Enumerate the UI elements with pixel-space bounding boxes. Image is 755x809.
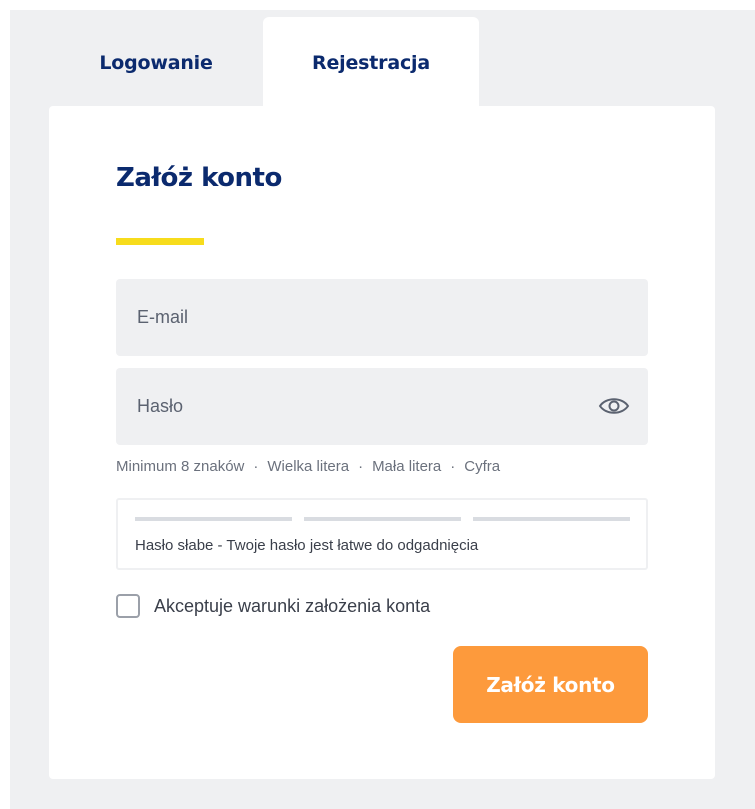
rule-separator: · bbox=[450, 458, 456, 475]
strength-segment bbox=[135, 517, 292, 521]
rule-min-length: Minimum 8 znaków bbox=[116, 458, 245, 475]
tab-register-label: Rejestracja bbox=[312, 52, 430, 74]
password-requirements: Minimum 8 znaków · Wielka litera · Mała lite… bbox=[116, 458, 500, 475]
password-strength-meter: Hasło słabe - Twoje hasło jest łatwe do … bbox=[116, 498, 648, 570]
create-account-button[interactable]: Załóż konto bbox=[453, 646, 648, 723]
title-accent-bar bbox=[116, 238, 204, 245]
tab-login[interactable]: Logowanie bbox=[49, 17, 263, 115]
rule-digit: Cyfra bbox=[464, 458, 501, 475]
terms-label: Akceptuje warunki założenia konta bbox=[154, 595, 431, 616]
strength-segment bbox=[304, 517, 461, 521]
registration-card: Załóż konto Minimum 8 znaków · Wielka lite… bbox=[49, 106, 715, 779]
tab-register[interactable]: Rejestracja bbox=[263, 17, 479, 115]
strength-message: Hasło słabe - Twoje hasło jest łatwe do … bbox=[135, 537, 479, 554]
rule-separator: · bbox=[253, 458, 259, 475]
page-title: Załóż konto bbox=[116, 163, 282, 193]
rule-separator: · bbox=[358, 458, 364, 475]
password-field-container bbox=[116, 368, 648, 445]
terms-checkbox[interactable] bbox=[116, 594, 140, 618]
page-background: Logowanie Rejestracja Załóż konto Minimu… bbox=[10, 10, 755, 809]
tab-login-label: Logowanie bbox=[99, 52, 213, 74]
email-field-container bbox=[116, 279, 648, 356]
terms-checkbox-row[interactable]: Akceptuje warunki założenia konta bbox=[116, 594, 430, 618]
email-field[interactable] bbox=[116, 279, 648, 356]
password-field[interactable] bbox=[116, 368, 648, 445]
rule-lowercase: Mała litera bbox=[372, 458, 442, 475]
strength-segment bbox=[473, 517, 630, 521]
eye-icon[interactable] bbox=[598, 394, 630, 418]
rule-uppercase: Wielka litera bbox=[267, 458, 350, 475]
